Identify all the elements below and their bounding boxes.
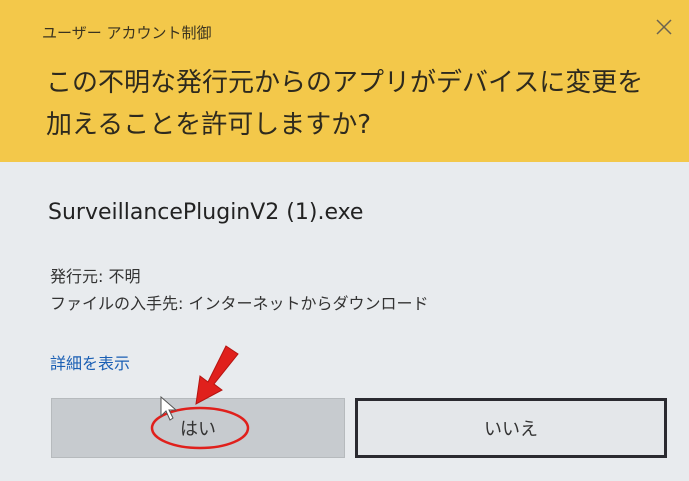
no-button-label: いいえ — [484, 419, 538, 440]
dialog-header: ユーザー アカウント制御 この不明な発行元からのアプリがデバイスに変更を加えるこ… — [0, 0, 689, 162]
yes-button[interactable]: はい — [51, 398, 345, 458]
close-button[interactable] — [653, 16, 675, 38]
app-filename: SurveillancePluginV2 (1).exe — [48, 200, 364, 225]
no-button[interactable]: いいえ — [355, 398, 667, 458]
publisher-text: 発行元: 不明 — [50, 267, 141, 286]
dialog-question: この不明な発行元からのアプリがデバイスに変更を加えることを許可しますか? — [46, 68, 644, 140]
show-details-link[interactable]: 詳細を表示 — [50, 350, 130, 374]
origin-text: ファイルの入手先: インターネットからダウンロード — [50, 294, 429, 313]
yes-button-label: はい — [180, 419, 216, 440]
uac-dialog: ユーザー アカウント制御 この不明な発行元からのアプリがデバイスに変更を加えるこ… — [0, 0, 689, 481]
close-icon — [656, 19, 672, 35]
dialog-title: ユーザー アカウント制御 — [42, 24, 212, 42]
mouse-pointer-icon — [160, 396, 178, 421]
